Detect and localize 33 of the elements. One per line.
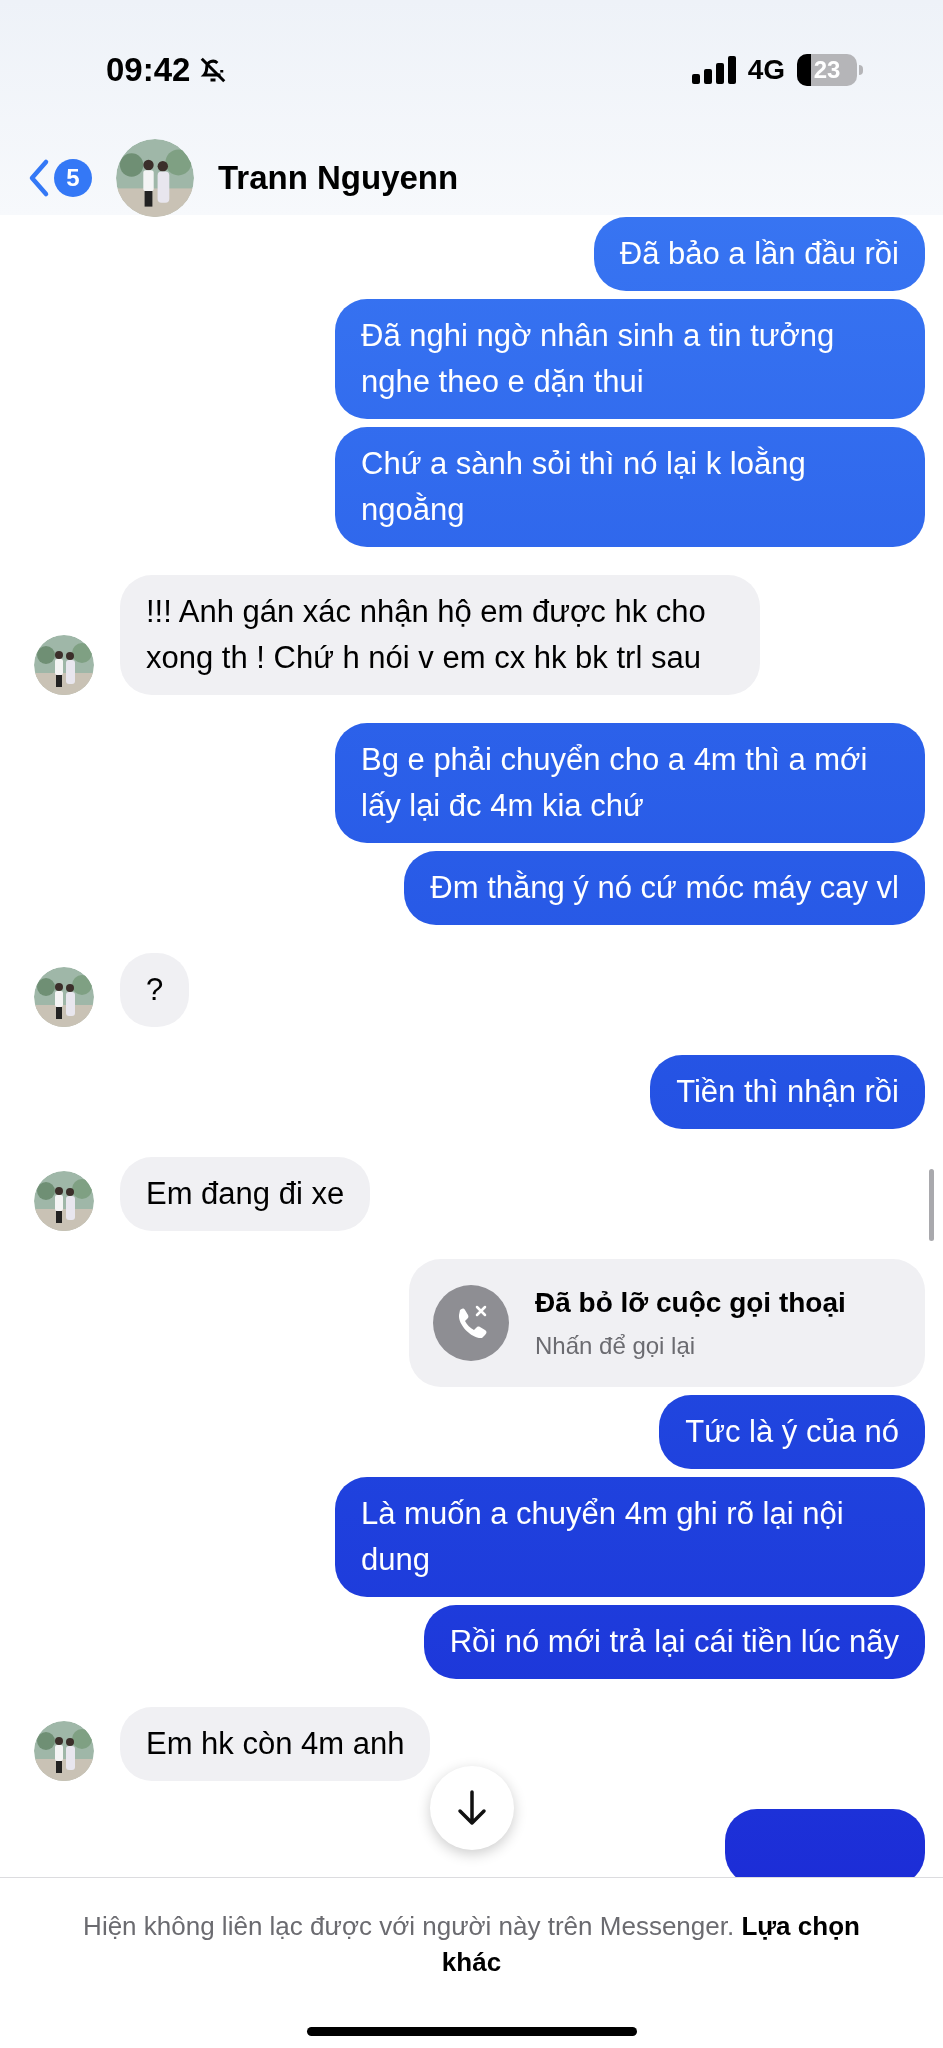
status-time: 09:42: [106, 50, 191, 91]
call-subtitle: Nhấn để gọi lại: [535, 1331, 697, 1361]
message-bubble: !!! Anh gán xác nhận hộ em được hk cho xong th ! Chứ h nói v em cx hk bk trl sau: [120, 575, 760, 695]
message-bubble: Tiền thì nhận rồi: [650, 1055, 925, 1129]
message-bubble: Em hk còn 4m anh: [120, 1707, 431, 1781]
network-type: 4G: [747, 53, 785, 87]
message-bubble: Tức là ý của nó: [659, 1395, 925, 1469]
message-bubble: Đã bảo a lần đầu rồi: [593, 217, 925, 291]
message-bubble: Bg e phải chuyển cho a 4m thì a mới lấy lại đc 4m kia chứ: [335, 723, 925, 843]
message-bubble: Đm thằng ý nó cứ móc máy cay vl: [404, 851, 925, 925]
back-chevron-icon: [28, 157, 50, 198]
message-bubble: Là muốn a chuyển 4m ghi rõ lại nội dung: [335, 1477, 925, 1597]
battery-indicator: 23: [797, 54, 863, 86]
arrow-down-icon: [455, 1789, 489, 1827]
message-bubble: ?: [120, 953, 190, 1027]
sender-avatar: [34, 1721, 94, 1781]
signal-icon: [691, 56, 736, 84]
missed-call-card[interactable]: Đã bỏ lỡ cuộc gọi thoại Nhấn để gọi lại: [409, 1259, 925, 1387]
unavailable-notice: Hiện không liên lạc được với người này trên Messenger. Lựa chọn khác: [82, 1910, 861, 1979]
unread-badge: 5: [54, 158, 92, 197]
sender-avatar: [34, 635, 94, 695]
sender-avatar: [34, 967, 94, 1027]
message-bubble: Em đang đi xe: [120, 1157, 371, 1231]
scroll-down-button[interactable]: [430, 1766, 514, 1850]
message-bubble: Chứ a sành sỏi thì nó lại k loằng ngoằng: [335, 427, 925, 547]
sender-avatar: [34, 1171, 94, 1231]
back-button[interactable]: 5: [28, 157, 92, 198]
message-bubble: Đã nghi ngờ nhân sinh a tin tưởng nghe theo e dặn thui: [335, 299, 925, 419]
call-title: Đã bỏ lỡ cuộc gọi thoại: [535, 1286, 846, 1320]
contact-name: Trann Nguyenn: [218, 157, 459, 198]
scrollbar: [929, 1169, 934, 1241]
missed-call-icon: [433, 1285, 509, 1361]
message-bubble: Rồi nó mới trả lại cái tiền lúc nãy: [423, 1605, 925, 1679]
